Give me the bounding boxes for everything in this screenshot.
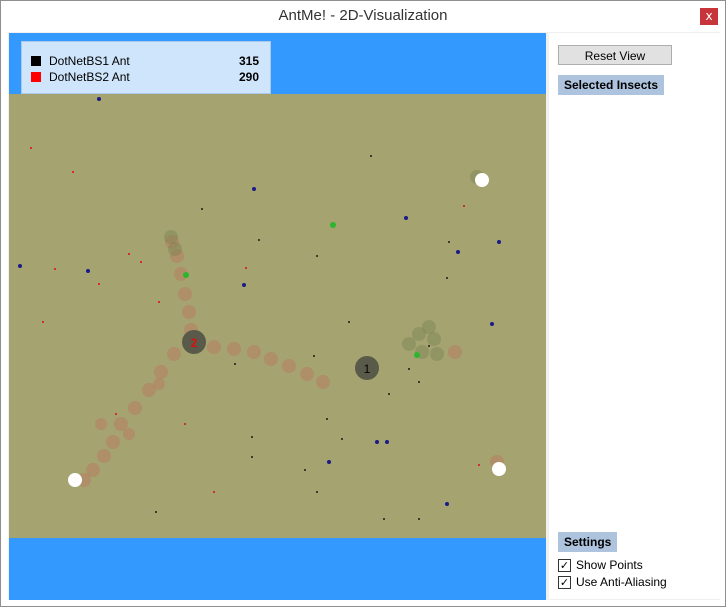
score-row-team-1: DotNetBS1 Ant 315 — [31, 54, 263, 70]
reset-view-button[interactable]: Reset View — [558, 45, 672, 65]
scoreboard: DotNetBS1 Ant 315 DotNetBS2 Ant 290 — [21, 41, 271, 94]
score-row-team-2: DotNetBS2 Ant 290 — [31, 70, 263, 86]
team-1-color-swatch — [31, 56, 41, 66]
show-points-label: Show Points — [576, 558, 643, 572]
checkmark-icon[interactable]: ✓ — [558, 576, 571, 589]
anthill-2: 2 — [182, 330, 206, 354]
playfield[interactable]: 1 2 — [9, 94, 546, 538]
anthill-1: 1 — [355, 356, 379, 380]
simulation-viewport[interactable]: 1 2 DotNetBS1 Ant 315 DotNetBS2 Ant 290 — [9, 33, 546, 600]
team-2-color-swatch — [31, 72, 41, 82]
checkmark-icon[interactable]: ✓ — [558, 559, 571, 572]
client-area: 1 2 DotNetBS1 Ant 315 DotNetBS2 Ant 290 … — [8, 32, 720, 600]
anthill-2-label: 2 — [191, 336, 198, 350]
beetles — [18, 97, 501, 506]
sidebar: Reset View Selected Insects Settings ✓ S… — [549, 33, 720, 599]
ants-red — [30, 147, 480, 493]
sugar-pile — [492, 462, 506, 476]
sugar-pile — [475, 173, 489, 187]
playfield-canvas: 1 2 — [18, 97, 506, 520]
selected-insects-header: Selected Insects — [558, 75, 665, 95]
close-button[interactable]: x — [700, 8, 718, 25]
settings-header: Settings — [558, 532, 618, 552]
trail-red — [77, 235, 330, 487]
sugar-pile — [68, 473, 82, 487]
team-1-score: 315 — [238, 54, 259, 68]
trail-dark — [164, 170, 484, 361]
app-window: AntMe! - 2D-Visualization x 1 2 DotNetBS… — [0, 0, 726, 607]
title-bar: AntMe! - 2D-Visualization x — [1, 1, 725, 32]
team-1-name: DotNetBS1 Ant — [49, 54, 130, 68]
team-2-score: 290 — [238, 70, 259, 84]
bug — [183, 222, 420, 358]
anthill-1-label: 1 — [364, 362, 371, 376]
window-title: AntMe! - 2D-Visualization — [278, 7, 448, 24]
anti-aliasing-label: Use Anti-Aliasing — [576, 575, 667, 589]
team-2-name: DotNetBS2 Ant — [49, 70, 130, 84]
